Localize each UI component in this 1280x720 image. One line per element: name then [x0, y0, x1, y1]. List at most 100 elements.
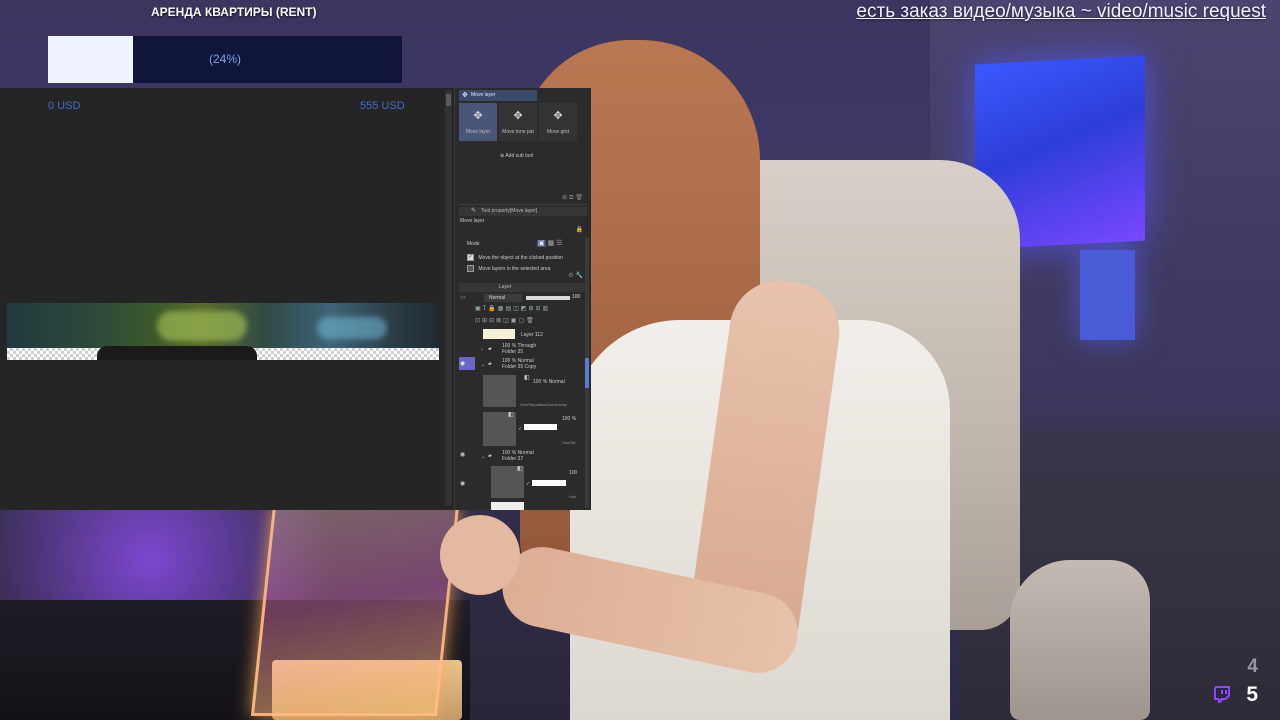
folder-icon: ▰ [488, 346, 492, 352]
layer-folder[interactable]: › ▰ 100 % Through Folder 35 [475, 343, 587, 357]
viewer-count: 5 [1246, 683, 1258, 706]
streamer-hand [440, 515, 520, 595]
adjust-icon: ◧ [524, 375, 530, 381]
mask-thumbnail [524, 424, 557, 430]
layer-thumbnail [491, 502, 524, 510]
layer-folder[interactable]: ⌄ ▰ 100 % Normal Folder 35 Copy [475, 358, 587, 372]
opacity-value: 100 [572, 294, 581, 300]
goal-max-label: 555 USD [360, 100, 405, 112]
property-actions[interactable]: ⚙🔧 [568, 272, 585, 279]
acrylic-lamp-panel [250, 505, 460, 716]
divider [459, 204, 587, 205]
layer-sub: Folder 37 [502, 456, 524, 462]
correction-layer[interactable]: ◧ ✓ 100 Hue [475, 466, 587, 500]
scroll-thumb[interactable] [585, 358, 589, 388]
layer-actions[interactable]: ⊡⊞⊟⊠◫▣▢🗑 [475, 317, 536, 324]
move-icon: ✥ [473, 110, 483, 122]
tab-label: Move layer [471, 92, 496, 98]
viewer-count-previous: 4 [1247, 656, 1258, 677]
eye-icon[interactable]: ◉ [460, 480, 465, 487]
tool-move-layer[interactable]: ✥ Move layer [459, 103, 497, 141]
blend-mode-value: Normal [489, 295, 506, 301]
eye-icon[interactable]: ◉ [460, 360, 465, 367]
artwork-light [157, 311, 247, 341]
twitch-icon [1214, 686, 1230, 703]
goal-percent-label: (24%) [208, 52, 241, 66]
chevron-right-icon[interactable]: › [481, 347, 483, 353]
move-icon: ✥ [513, 110, 523, 122]
artwork-ground [97, 346, 257, 360]
chevron-down-icon[interactable]: ⌄ [481, 454, 485, 460]
chair-arm [1010, 560, 1150, 720]
option-move-clicked-object[interactable]: ✓ Move the object at the clicked positio… [467, 254, 563, 261]
tool-property-title: Tool property[Move layer] [481, 208, 538, 214]
checkbox-checked[interactable]: ✓ [467, 254, 474, 261]
plus-icon: ⊕ [500, 153, 505, 159]
layer-name: 100 % Normal [533, 379, 565, 385]
layer-folder[interactable]: ⌄ ▰ 100 % Normal Folder 37 [475, 450, 587, 464]
chevron-down-icon[interactable]: ⌄ [481, 362, 485, 368]
layer-item[interactable] [475, 502, 587, 510]
mode-grid-icon[interactable]: ▦ [548, 240, 555, 247]
layer-panel-title: Layer [499, 284, 512, 290]
lock-icon[interactable]: 🔒 [576, 226, 583, 233]
tool-label: Move grid [547, 129, 569, 135]
option-label: Move the object at the clicked position [478, 254, 563, 261]
add-sub-tool-button[interactable]: ⊕ Add sub tool [500, 153, 533, 159]
layer-thumbnail [483, 329, 515, 339]
artwork-light [317, 317, 387, 339]
mode-list-icon[interactable]: ☰ [556, 240, 562, 247]
scroll-thumb[interactable] [446, 94, 451, 106]
layer-panel-scrollbar[interactable] [585, 238, 589, 508]
opacity-slider[interactable] [526, 296, 570, 300]
canvas-window[interactable]: 0 USD 555 USD [0, 88, 455, 510]
blend-mode-select[interactable]: Normal [484, 294, 522, 302]
layer-thumbnail [483, 375, 516, 407]
wrench-icon: ✎ [471, 208, 477, 214]
move-icon: ✥ [462, 92, 468, 99]
layer-panel-header: Layer [459, 283, 587, 292]
mode-buttons[interactable]: ▣ ▦ ☰ [537, 239, 562, 247]
adjust-icon: ◧ [508, 412, 514, 418]
add-sub-tool-label: Add sub tool [505, 153, 534, 159]
adjust-icon: ◧ [517, 466, 523, 472]
checkbox-unchecked[interactable] [467, 265, 474, 272]
layer-item[interactable]: Layer 112 [475, 329, 587, 341]
tool-label: Move tone pat [502, 129, 534, 135]
artwork-canvas[interactable] [7, 303, 439, 360]
tool-move-grid[interactable]: ✥ Move grid [539, 103, 577, 141]
eye-icon[interactable]: ◉ [460, 451, 465, 458]
layer-sub: Hue/Sa [562, 440, 576, 445]
subtool-actions[interactable]: ⊞⧉🗑 [562, 194, 585, 202]
option-move-selected-area[interactable]: Move layers in the selected area [467, 265, 550, 272]
mode-layer-icon[interactable]: ▣ [537, 240, 546, 247]
option-label: Move layers in the selected area [478, 265, 551, 272]
layer-name: 100 [569, 470, 578, 476]
tool-property-name: Move layer [460, 218, 485, 224]
correction-layer[interactable]: ◧ ✓ 100 % Hue/Sa [475, 412, 587, 448]
tab-move-layer[interactable]: ✥ Move layer [459, 90, 537, 101]
tool-property-header: ✎ Tool property[Move layer] [459, 207, 587, 216]
layer-sub: Hue [569, 494, 577, 499]
tool-move-tone-pattern[interactable]: ✥ Move tone pat [499, 103, 537, 141]
mask-thumbnail [532, 480, 566, 486]
goal-progress-bar: (24%) [48, 36, 402, 83]
layer-color-icon[interactable]: ▭ [460, 294, 466, 301]
layer-sub: Folder 35 [502, 349, 524, 355]
tool-label: Move layer [465, 129, 491, 135]
goal-title: АРЕНДА КВАРТИРЫ (RENT) [151, 5, 317, 19]
mask-link-icon: ✓ [526, 481, 531, 487]
video-music-request-link[interactable]: есть заказ видео/музыка ~ video/music re… [856, 1, 1266, 23]
canvas-scrollbar[interactable] [445, 90, 452, 506]
goal-min-label: 0 USD [48, 100, 81, 112]
move-icon: ✥ [553, 110, 563, 122]
layer-sub: Folder 35 Copy [502, 364, 537, 370]
folder-icon: ▰ [488, 453, 492, 459]
blend-row: ▭ Normal 100 [460, 294, 586, 303]
tool-layer-panel: ✥ Move layer ✥ Move layer ✥ Move tone pa… [455, 88, 591, 510]
correction-layer[interactable]: ◧ 100 % Normal Hue/Saturation/Luminosity [475, 375, 587, 409]
layer-toolbar[interactable]: ▣T🔒▦▤◫◩⊞⊟▥ [475, 305, 550, 312]
mask-link-icon: ✓ [518, 426, 523, 432]
layer-name: Layer 112 [521, 332, 543, 338]
layer-sub: Hue/Saturation/Luminosity [520, 402, 567, 407]
